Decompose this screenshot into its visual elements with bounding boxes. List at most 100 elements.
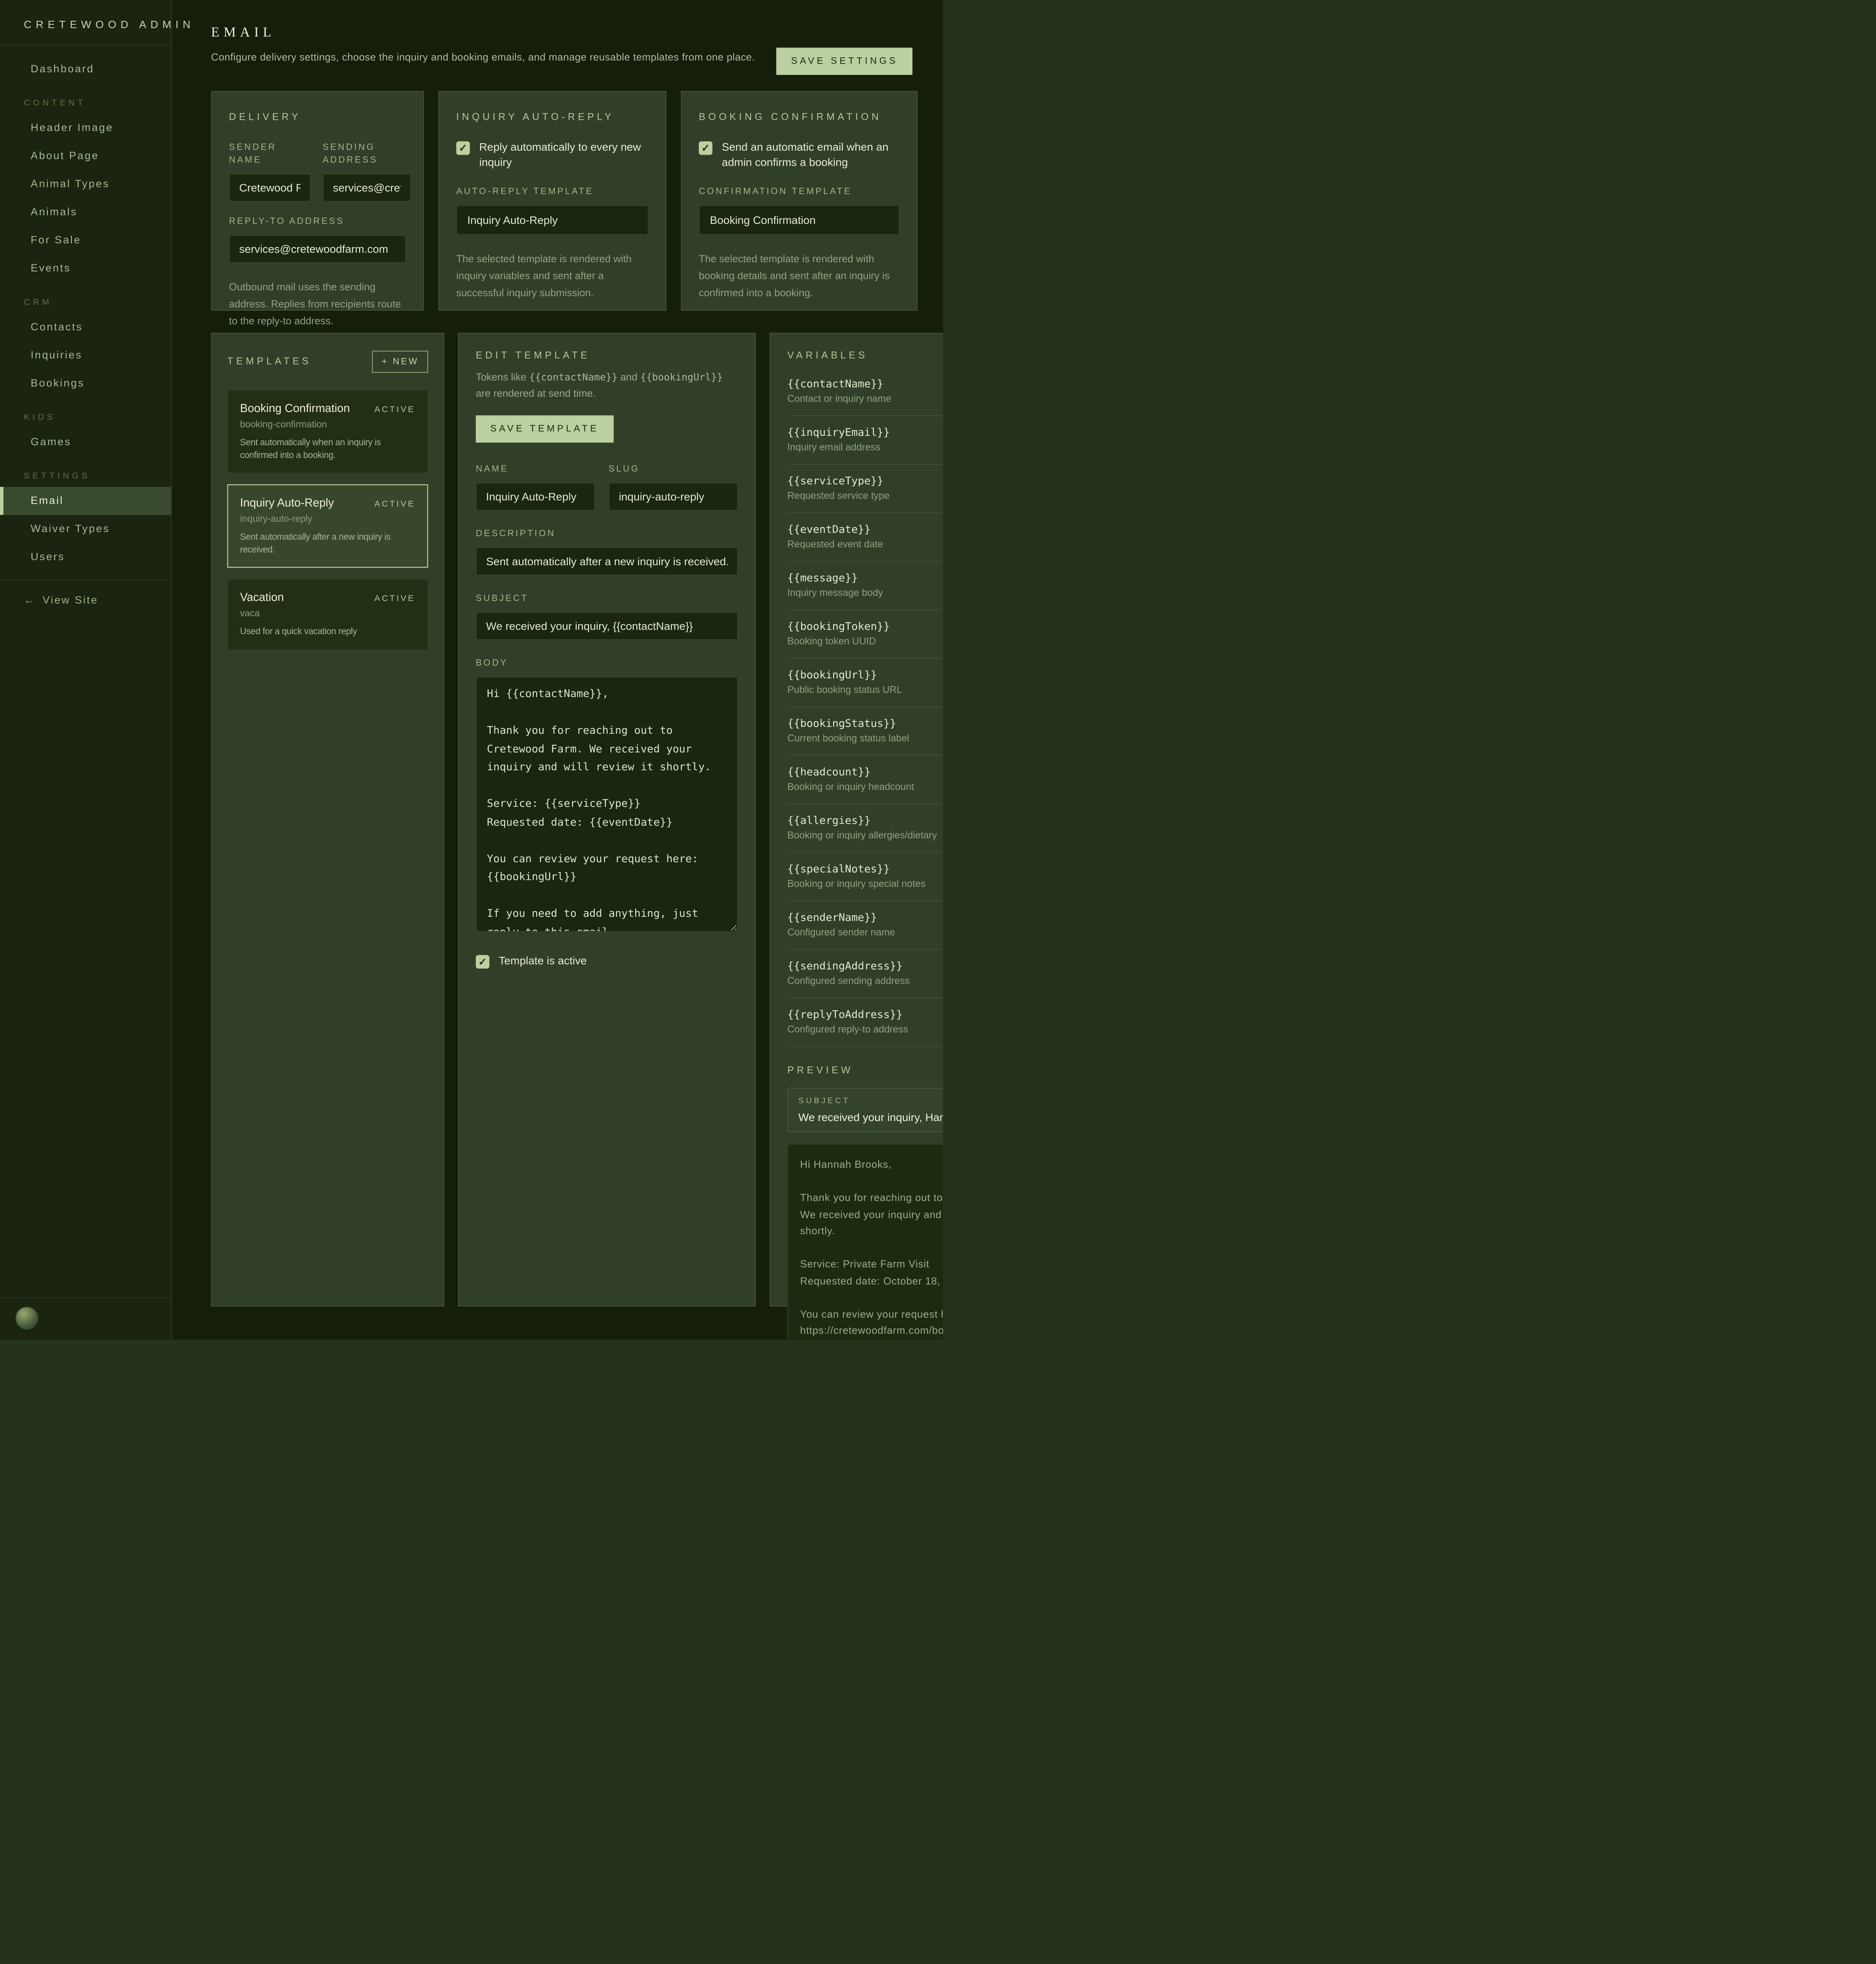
sidebar-item[interactable]: Waiver Types [0, 515, 171, 543]
template-description-input[interactable] [476, 547, 738, 575]
sidebar-item[interactable]: Email [0, 487, 171, 515]
variable-description: Configured sending address [787, 976, 943, 986]
sidebar-item[interactable]: Users [0, 543, 171, 571]
variable-description: Booking or inquiry allergies/dietary [787, 831, 943, 841]
template-name: Vacation [240, 591, 284, 604]
body-label: BODY [476, 657, 738, 670]
confirmation-template-select[interactable]: Booking Confirmation [699, 205, 900, 235]
preview-body-line [800, 1173, 943, 1190]
sidebar-item[interactable]: Events [0, 255, 171, 283]
template-body-textarea[interactable]: Hi {{contactName}}, Thank you for reachi… [476, 677, 738, 932]
settings-row: DELIVERY SENDER NAME SENDING ADDRESS REP… [211, 91, 918, 311]
template-list-item[interactable]: Vacation ACTIVE vaca Used for a quick va… [227, 579, 428, 650]
preview-subject-value: We received your inquiry, Hannah Brooks [799, 1111, 943, 1124]
edit-template-title: EDIT TEMPLATE [476, 351, 738, 361]
sidebar-item[interactable]: Inquiries [0, 341, 171, 370]
template-name: Booking Confirmation [240, 402, 350, 415]
sidebar-item[interactable]: Header Image [0, 114, 171, 142]
delivery-helper-text: Outbound mail uses the sending address. … [229, 278, 406, 330]
variables-card: VARIABLES {{contactName}} Contact or inq… [769, 333, 943, 1306]
variable-token: {{serviceType}} [787, 474, 943, 487]
variable-description: Contact or inquiry name [787, 394, 943, 404]
template-slug: booking-confirmation [240, 420, 415, 430]
variable-token: {{message}} [787, 571, 943, 584]
sidebar-view-site-link[interactable]: ←View Site [0, 580, 171, 606]
save-template-button[interactable]: SAVE TEMPLATE [476, 415, 613, 442]
variable-description: Booking or inquiry headcount [787, 782, 943, 792]
sidebar-item[interactable]: Contacts [0, 313, 171, 341]
sidebar-item[interactable]: Animals [0, 198, 171, 227]
variable-description: Configured reply-to address [787, 1025, 943, 1035]
auto-reply-template-select[interactable]: Inquiry Auto-Reply [456, 205, 649, 235]
template-list: Booking Confirmation ACTIVE booking-conf… [227, 390, 428, 650]
booking-email-checkbox[interactable] [699, 141, 713, 155]
sidebar-item: CONTENT [0, 93, 171, 114]
sidebar-item[interactable]: Games [0, 428, 171, 456]
sender-name-input[interactable] [229, 174, 311, 202]
sidebar-item[interactable]: For Sale [0, 226, 171, 255]
sidebar-item[interactable]: Dashboard [0, 55, 171, 84]
variable-token: {{eventDate}} [787, 522, 943, 535]
variable-description: Requested service type [787, 491, 943, 501]
variable-token: {{bookingUrl}} [787, 668, 943, 681]
preview-body-line: booking-token [800, 1339, 943, 1340]
sidebar-item[interactable]: Animal Types [0, 170, 171, 198]
sidebar-item[interactable]: About Page [0, 142, 171, 170]
template-slug: inquiry-auto-reply [240, 514, 415, 524]
preview-body-line [800, 1240, 943, 1256]
variable-token: {{contactName}} [787, 377, 943, 390]
variable-row: {{eventDate}} Requested event date [787, 513, 943, 562]
variable-row: {{contactName}} Contact or inquiry name [787, 368, 943, 416]
template-description: Used for a quick vacation reply [240, 626, 415, 638]
template-name-input[interactable] [476, 483, 595, 511]
subject-label: SUBJECT [476, 592, 738, 605]
variable-token: {{replyToAddress}} [787, 1008, 943, 1021]
reply-to-input[interactable] [229, 235, 406, 263]
delivery-card-title: DELIVERY [229, 112, 406, 123]
preview-body-line [800, 1290, 943, 1306]
save-settings-button[interactable]: SAVE SETTINGS [777, 48, 912, 75]
sidebar-nav: DashboardCONTENTHeader ImageAbout PageAn… [0, 45, 171, 571]
variable-row: {{specialNotes}} Booking or inquiry spec… [787, 853, 943, 901]
variable-token: {{allergies}} [787, 814, 943, 827]
sidebar-item[interactable]: Bookings [0, 369, 171, 398]
template-active-label: Template is active [499, 953, 587, 969]
avatar[interactable] [15, 1306, 38, 1330]
name-label: NAME [476, 463, 595, 476]
auto-reply-template-label: AUTO-REPLY TEMPLATE [456, 185, 649, 198]
template-status-badge: ACTIVE [374, 594, 415, 603]
page-title: EMAIL [211, 26, 275, 41]
sending-address-input[interactable] [322, 174, 411, 202]
template-list-item[interactable]: Inquiry Auto-Reply ACTIVE inquiry-auto-r… [227, 484, 428, 568]
variable-description: Booking token UUID [787, 637, 943, 647]
variable-row: {{bookingToken}} Booking token UUID [787, 610, 943, 659]
sidebar-item: KIDS [0, 408, 171, 428]
variables-card-title: VARIABLES [787, 351, 943, 361]
variable-row: {{message}} Inquiry message body [787, 562, 943, 610]
template-active-checkbox[interactable] [476, 955, 489, 969]
auto-reply-checkbox[interactable] [456, 141, 470, 155]
preview-body-line: Hi Hannah Brooks, [800, 1157, 943, 1173]
template-subject-input[interactable] [476, 612, 738, 640]
template-description: Sent automatically after a new inquiry i… [240, 531, 415, 556]
sending-address-label: SENDING ADDRESS [322, 141, 411, 167]
variable-description: Inquiry email address [787, 443, 943, 453]
variable-description: Inquiry message body [787, 588, 943, 598]
template-slug-input[interactable] [608, 483, 738, 511]
template-slug: vaca [240, 608, 415, 619]
variable-row: {{sendingAddress}} Configured sending ad… [787, 950, 943, 998]
variable-token: {{bookingToken}} [787, 620, 943, 633]
brand-title: CRETEWOOD ADMIN [0, 0, 171, 45]
preview-body-line: Thank you for reaching out to Cretewood … [800, 1190, 943, 1206]
template-name: Inquiry Auto-Reply [240, 496, 334, 509]
template-list-item[interactable]: Booking Confirmation ACTIVE booking-conf… [227, 390, 428, 473]
variable-row: {{inquiryEmail}} Inquiry email address [787, 416, 943, 465]
variable-token: {{inquiryEmail}} [787, 425, 943, 438]
preview-body-line: We received your inquiry and will review… [800, 1207, 943, 1223]
auto-reply-checkbox-label: Reply automatically to every new inquiry [479, 139, 649, 170]
variables-list: {{contactName}} Contact or inquiry name … [787, 368, 943, 1047]
preview-subject-label: SUBJECT [799, 1096, 943, 1106]
new-template-button[interactable]: + NEW [372, 351, 428, 373]
slug-label: SLUG [608, 463, 738, 476]
delivery-card: DELIVERY SENDER NAME SENDING ADDRESS REP… [211, 91, 424, 311]
